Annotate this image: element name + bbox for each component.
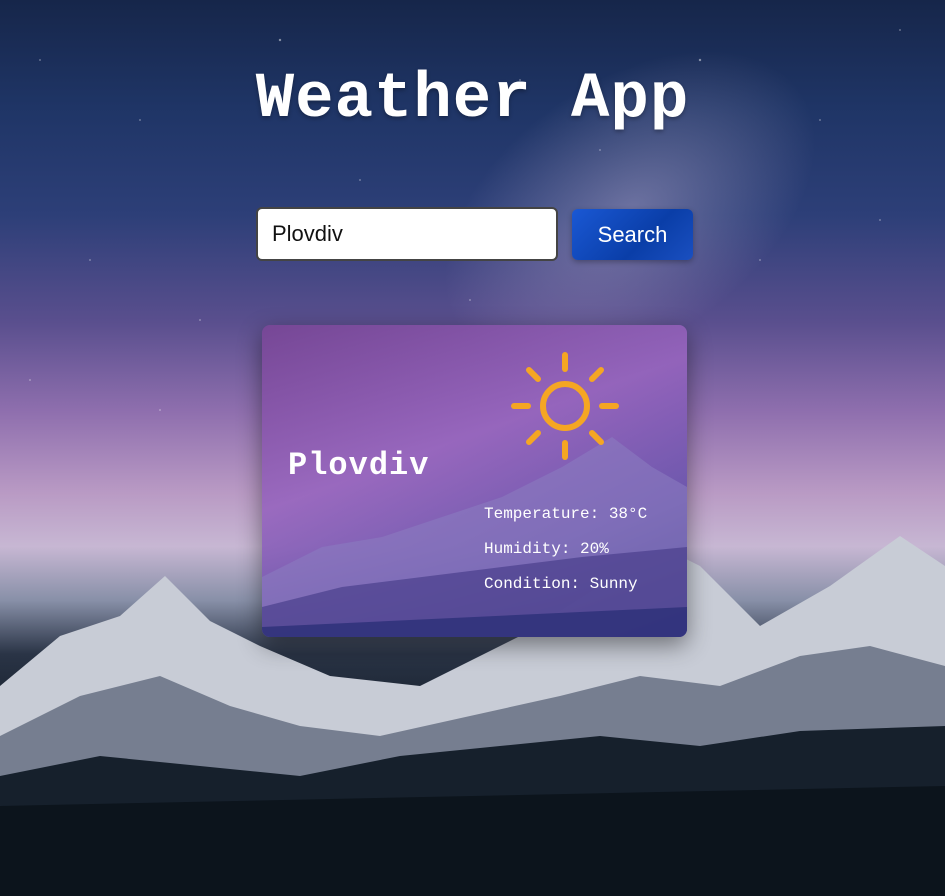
humidity-text: Humidity: 20% (484, 540, 609, 558)
condition-text: Condition: Sunny (484, 575, 638, 593)
search-button[interactable]: Search (572, 209, 693, 260)
city-name: Plovdiv (288, 447, 430, 484)
app-title: Weather App (255, 64, 690, 136)
weather-card: Plovdiv Temperature: 38°C Humidity: 20% … (262, 325, 687, 637)
temperature-text: Temperature: 38°C (484, 505, 648, 523)
city-search-input[interactable] (256, 207, 558, 261)
sun-icon (511, 352, 619, 460)
